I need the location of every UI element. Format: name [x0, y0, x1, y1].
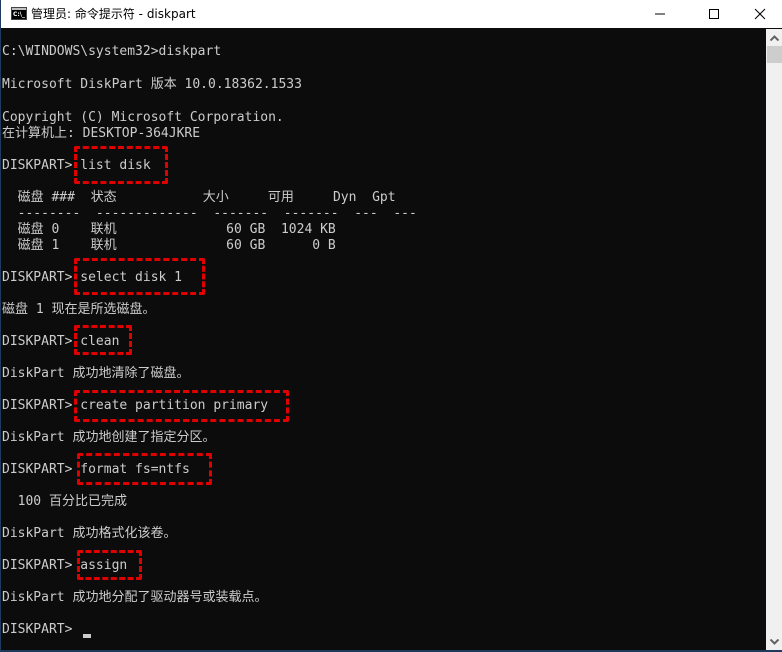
app-icon-glyph: C:\_: [13, 11, 25, 18]
console-line: 100 百分比已完成: [2, 494, 127, 509]
maximize-icon: [709, 9, 719, 19]
vertical-scrollbar[interactable]: [766, 29, 782, 652]
console-line: DiskPart 成功格式化该卷。: [2, 526, 177, 541]
console-line: 在计算机上: DESKTOP-364JKRE: [2, 126, 201, 141]
close-icon: [754, 8, 766, 20]
console-line: DiskPart 成功地分配了驱动器号或装载点。: [2, 590, 268, 605]
disk-table-row: 磁盘 0 联机 60 GB 1024 KB: [2, 222, 336, 237]
highlight-create-partition: [74, 390, 289, 422]
minimize-button[interactable]: [637, 0, 683, 28]
console-line: C:\WINDOWS\system32>diskpart: [2, 44, 222, 59]
console-line: Copyright (C) Microsoft Corporation.: [2, 110, 284, 125]
chevron-up-icon: [770, 34, 779, 41]
highlight-clean: [74, 325, 132, 355]
text-cursor: [83, 634, 91, 638]
scroll-up-button[interactable]: [766, 29, 782, 46]
scroll-down-button[interactable]: [766, 633, 782, 650]
minimize-icon: [655, 13, 665, 15]
disk-table-separator: -------- ------------- ------- ------- -…: [2, 206, 417, 221]
maximize-button[interactable]: [691, 0, 737, 28]
console-line: DiskPart 成功地清除了磁盘。: [2, 366, 190, 381]
console-prompt: DISKPART>: [2, 622, 81, 637]
command-prompt-window: C:\_ 管理员: 命令提示符 - diskpart C:\WINDOWS\sy…: [0, 0, 782, 652]
cmd-app-icon: C:\_: [11, 7, 27, 20]
console-output[interactable]: C:\WINDOWS\system32>diskpart Microsoft D…: [2, 29, 766, 652]
window-title: 管理员: 命令提示符 - diskpart: [31, 7, 196, 21]
title-bar[interactable]: C:\_ 管理员: 命令提示符 - diskpart: [1, 0, 782, 28]
console-line: 磁盘 1 现在是所选磁盘。: [2, 302, 156, 317]
highlight-format: [77, 453, 212, 485]
disk-table-row: 磁盘 1 联机 60 GB 0 B: [2, 238, 336, 253]
highlight-list-disk: [74, 146, 168, 184]
disk-table-header: 磁盘 ### 状态 大小 可用 Dyn Gpt: [2, 190, 396, 205]
close-button[interactable]: [737, 0, 782, 28]
highlight-select-disk: [74, 258, 205, 295]
highlight-assign: [77, 550, 142, 580]
console-line: DiskPart 成功地创建了指定分区。: [2, 430, 216, 445]
chevron-down-icon: [770, 638, 779, 645]
console-line: Microsoft DiskPart 版本 10.0.18362.1533: [2, 77, 302, 92]
scroll-thumb[interactable]: [767, 46, 782, 63]
